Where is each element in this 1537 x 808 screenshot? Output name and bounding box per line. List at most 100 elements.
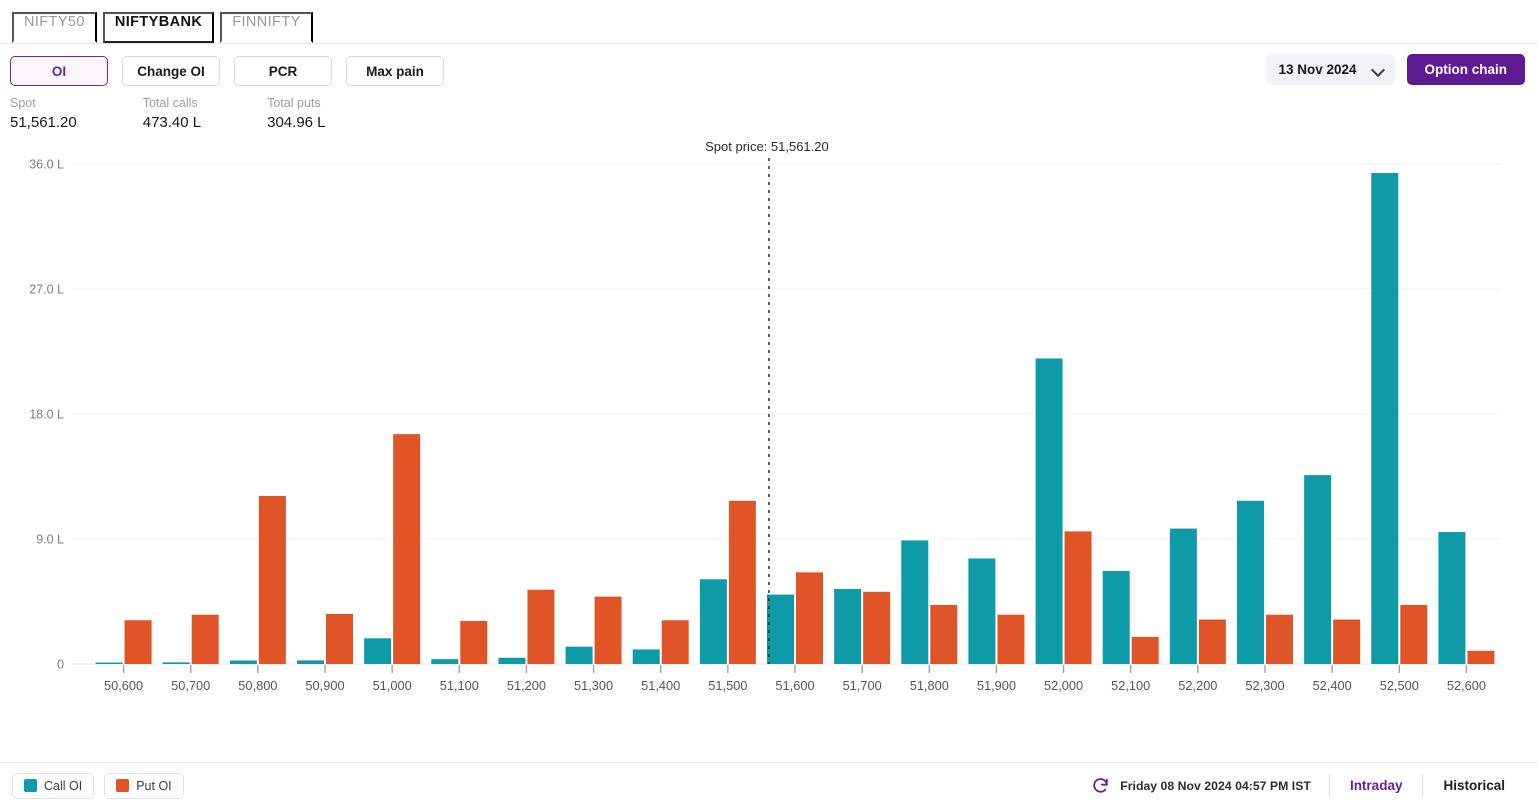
bar-put-oi[interactable] (393, 434, 421, 664)
bar-put-oi[interactable] (796, 572, 823, 664)
bar-call-oi[interactable] (364, 638, 392, 664)
bar-call-oi[interactable] (699, 579, 727, 664)
x-axis-tick-label: 50,700 (171, 678, 210, 693)
option-chain-page: NIFTY50 NIFTYBANK FINNIFTY OI Change OI … (0, 0, 1537, 808)
y-axis-tick-label: 18.0 L (29, 408, 64, 422)
x-axis-tick-label: 52,600 (1447, 678, 1486, 693)
right-controls: 13 Nov 2024 Option chain (1266, 54, 1525, 85)
bar-put-oi[interactable] (1064, 531, 1092, 664)
bar-put-oi[interactable] (1266, 614, 1293, 664)
x-axis-tick-label: 51,100 (440, 678, 479, 693)
bar-put-oi[interactable] (594, 596, 622, 664)
x-axis-tick-label: 51,300 (574, 678, 613, 693)
oi-bar-chart: 0 9.0 L 18.0 L 27.0 L 36.0 L 50,600 50,700 50,8… (0, 142, 1537, 762)
x-axis-tick-label: 52,400 (1313, 678, 1352, 693)
stat-spot-label: Spot (10, 96, 36, 110)
tab-nifty50[interactable]: NIFTY50 (12, 12, 97, 43)
x-axis-tick-label: 51,700 (843, 678, 882, 693)
option-chain-button[interactable]: Option chain (1406, 54, 1525, 85)
tab-finnifty[interactable]: FINNIFTY (220, 12, 313, 43)
bar-call-oi[interactable] (162, 662, 190, 664)
bar-call-oi[interactable] (632, 649, 660, 664)
legend-call-label: Call OI (44, 778, 83, 793)
x-axis-tick-label: 51,000 (373, 678, 412, 693)
stat-total-puts-value: 304.96 L (267, 114, 326, 131)
bar-call-oi[interactable] (1237, 500, 1264, 664)
refresh-icon[interactable] (1091, 776, 1110, 795)
last-updated-timestamp: Friday 08 Nov 2024 04:57 PM IST (1120, 778, 1311, 793)
view-button-change-oi[interactable]: Change OI (122, 56, 220, 86)
bar-call-oi[interactable] (834, 589, 862, 664)
summary-stats: Spot 51,561.20 Total calls 473.40 L Tota… (0, 88, 1537, 134)
stat-total-calls-label: Total calls (142, 96, 198, 110)
legend-put-swatch (116, 779, 130, 792)
x-axis-tick-label: 52,500 (1380, 678, 1419, 693)
stat-total-puts: Total puts 304.96 L (267, 94, 325, 134)
bar-call-oi[interactable] (1371, 173, 1399, 664)
bar-call-oi[interactable] (901, 540, 929, 664)
bar-call-oi[interactable] (431, 659, 459, 664)
stat-spot: Spot 51,561.20 (10, 94, 77, 134)
x-axis-tick-label: 51,600 (775, 678, 814, 693)
bar-put-oi[interactable] (1198, 619, 1226, 664)
stat-total-calls-value: 473.40 L (142, 114, 202, 131)
bar-call-oi[interactable] (297, 660, 324, 664)
bar-put-oi[interactable] (661, 620, 689, 664)
legend-call-oi[interactable]: Call OI (12, 772, 95, 799)
bar-put-oi[interactable] (863, 591, 891, 664)
x-axis-tick-label: 51,900 (977, 678, 1016, 693)
footer-right: Friday 08 Nov 2024 04:57 PM IST Intraday… (1091, 774, 1525, 797)
expiry-date-value: 13 Nov 2024 (1278, 62, 1357, 77)
chart-controls: OI Change OI PCR Max pain 13 Nov 2024 Op… (0, 44, 1537, 88)
bar-call-oi[interactable] (565, 646, 593, 664)
bar-put-oi[interactable] (1400, 604, 1428, 664)
bar-put-oi[interactable] (1333, 619, 1361, 664)
x-axis-tick-label: 51,400 (641, 678, 680, 693)
x-axis-tick-label: 52,000 (1044, 678, 1083, 693)
bar-call-oi[interactable] (767, 594, 794, 664)
view-button-max-pain[interactable]: Max pain (346, 56, 444, 86)
bar-call-oi[interactable] (95, 662, 123, 665)
bar-put-oi[interactable] (1467, 650, 1495, 664)
y-axis-tick-label: 27.0 L (29, 283, 64, 297)
bar-put-oi[interactable] (527, 589, 555, 664)
bar-call-oi[interactable] (229, 660, 257, 664)
chevron-down-icon (1373, 65, 1383, 75)
x-axis-tick-label: 51,800 (910, 678, 949, 693)
expiry-date-select[interactable]: 13 Nov 2024 (1266, 54, 1395, 85)
bar-call-oi[interactable] (1035, 358, 1063, 664)
bar-call-oi[interactable] (1438, 532, 1466, 664)
bar-put-oi[interactable] (258, 495, 286, 664)
x-axis-tick-label: 51,200 (507, 678, 546, 693)
bar-put-oi[interactable] (460, 620, 488, 664)
oi-bar-chart-svg: 0 9.0 L 18.0 L 27.0 L 36.0 L 50,600 50,700 50,8… (29, 142, 1500, 693)
legend-call-swatch (24, 779, 37, 792)
footer-tab-intraday[interactable]: Intraday (1330, 778, 1423, 793)
legend-put-oi[interactable]: Put OI (104, 772, 184, 799)
view-button-oi[interactable]: OI (10, 56, 108, 86)
bar-put-oi[interactable] (326, 614, 353, 664)
stat-total-calls: Total calls 473.40 L (143, 94, 201, 134)
bar-put-oi[interactable] (191, 614, 219, 664)
footer-tab-historical[interactable]: Historical (1423, 778, 1525, 793)
x-axis-tick-label: 52,300 (1245, 678, 1284, 693)
bar-put-oi[interactable] (728, 500, 756, 664)
bar-put-oi[interactable] (997, 614, 1025, 664)
y-axis-tick-label: 0 (57, 658, 64, 672)
x-axis-tick-label: 50,900 (305, 678, 344, 693)
bar-put-oi[interactable] (124, 620, 152, 664)
y-axis-tick-label: 9.0 L (36, 533, 64, 547)
bar-call-oi[interactable] (1169, 528, 1197, 664)
view-button-pcr[interactable]: PCR (234, 56, 332, 86)
bar-call-oi[interactable] (498, 657, 526, 664)
bar-put-oi[interactable] (930, 604, 958, 664)
bar-put-oi[interactable] (1131, 636, 1159, 664)
index-tabs: NIFTY50 NIFTYBANK FINNIFTY (0, 0, 1537, 44)
tab-niftybank[interactable]: NIFTYBANK (102, 12, 215, 43)
stat-spot-value: 51,561.20 (10, 114, 77, 131)
spot-price-annotation: Spot price: 51,561.20 (705, 142, 829, 154)
bar-call-oi[interactable] (968, 558, 996, 664)
legend-put-label: Put OI (136, 778, 172, 793)
bar-call-oi[interactable] (1102, 570, 1130, 664)
bar-call-oi[interactable] (1304, 475, 1332, 664)
